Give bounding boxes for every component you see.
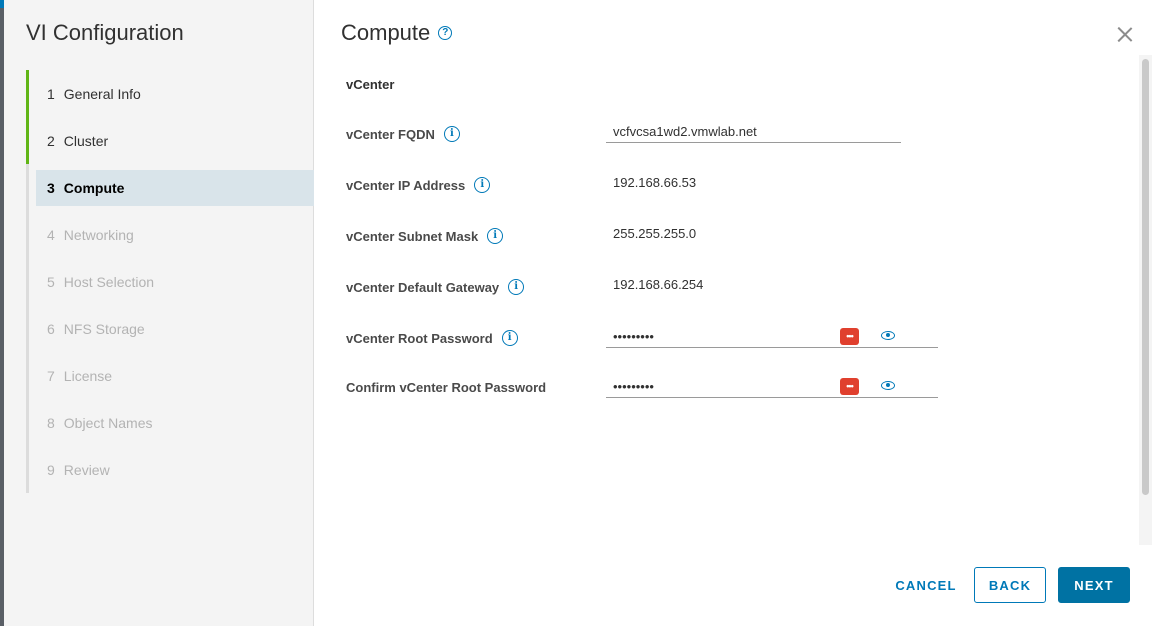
confirm-password-value: •••••••••: [613, 379, 654, 394]
info-icon[interactable]: i: [508, 279, 525, 295]
root-password-label: vCenter Root Password i: [346, 327, 518, 349]
subnet-label-text: vCenter Subnet Mask: [346, 228, 479, 244]
section-title: vCenter: [346, 77, 395, 92]
gateway-row: vCenter Default Gateway i 192.168.66.254: [346, 276, 1146, 298]
confirm-password-input[interactable]: ••••••••• •••: [606, 376, 938, 398]
password-manager-icon[interactable]: •••: [840, 328, 859, 345]
step-number: 1: [47, 85, 55, 102]
step-number: 8: [47, 414, 55, 431]
password-manager-icon[interactable]: •••: [840, 378, 859, 395]
info-icon[interactable]: i: [443, 126, 460, 142]
compute-panel: Compute ? vCenter vCenter FQDN i vcfvcsa…: [315, 0, 1152, 626]
wizard-steps: 1 General Info 2 Cluster 3 Compute 4 Net…: [26, 70, 314, 493]
fqdn-row: vCenter FQDN i vcfvcsa1wd2.vmwlab.net: [346, 123, 1146, 145]
step-compute-wrapper: 3 Compute: [26, 164, 314, 211]
info-icon[interactable]: i: [487, 228, 504, 244]
cancel-button[interactable]: CANCEL: [890, 567, 962, 603]
root-password-row: vCenter Root Password i ••••••••• •••: [346, 327, 1146, 349]
step-label: Cluster: [63, 132, 109, 149]
next-button[interactable]: NEXT: [1058, 567, 1130, 603]
ip-value: 192.168.66.53: [613, 175, 697, 190]
wizard-sidebar: VI Configuration 1 General Info 2 Cluste…: [4, 0, 314, 626]
close-icon[interactable]: [1115, 24, 1135, 44]
gateway-label: vCenter Default Gateway i: [346, 276, 525, 298]
subnet-label: vCenter Subnet Mask i: [346, 225, 504, 247]
step-label: NFS Storage: [63, 320, 145, 337]
fqdn-label-text: vCenter FQDN: [346, 126, 435, 142]
subnet-row: vCenter Subnet Mask i 255.255.255.0: [346, 225, 1146, 247]
confirm-password-label-text: Confirm vCenter Root Password: [346, 379, 547, 395]
step-license: 7 License: [26, 352, 314, 399]
help-icon[interactable]: ?: [438, 26, 453, 40]
fqdn-label: vCenter FQDN i: [346, 123, 460, 145]
info-icon[interactable]: i: [474, 177, 491, 193]
fqdn-input-value: vcfvcsa1wd2.vmwlab.net: [613, 124, 757, 139]
gateway-label-text: vCenter Default Gateway: [346, 279, 500, 295]
step-number: 9: [47, 461, 55, 478]
step-number: 6: [47, 320, 55, 337]
eye-icon[interactable]: [881, 381, 895, 390]
step-cluster[interactable]: 2 Cluster: [26, 117, 314, 164]
info-icon[interactable]: i: [501, 330, 518, 346]
root-password-label-text: vCenter Root Password: [346, 330, 493, 346]
vi-configuration-wizard: VI Configuration 1 General Info 2 Cluste…: [0, 0, 1152, 626]
ip-row: vCenter IP Address i 192.168.66.53: [346, 174, 1146, 196]
step-nfs-storage: 6 NFS Storage: [26, 305, 314, 352]
page-title-text: Compute: [341, 20, 431, 45]
step-label: License: [63, 367, 113, 384]
step-label: Networking: [63, 226, 134, 243]
step-label: Object Names: [63, 414, 153, 431]
scrollbar-thumb[interactable]: [1142, 59, 1149, 495]
eye-icon[interactable]: [881, 331, 895, 340]
subnet-value: 255.255.255.0: [613, 226, 697, 241]
step-label: Host Selection: [63, 273, 155, 290]
step-label: Review: [63, 461, 110, 478]
step-host-selection: 5 Host Selection: [26, 258, 314, 305]
step-number: 4: [47, 226, 55, 243]
step-general-info[interactable]: 1 General Info: [26, 70, 314, 117]
root-password-value: •••••••••: [613, 329, 654, 344]
step-number: 5: [47, 273, 55, 290]
step-number: 7: [47, 367, 55, 384]
step-label: Compute: [63, 179, 125, 196]
step-compute[interactable]: 3 Compute: [36, 169, 314, 206]
root-password-input[interactable]: ••••••••• •••: [606, 326, 938, 348]
scrollbar[interactable]: [1139, 55, 1152, 545]
step-review: 9 Review: [26, 446, 314, 493]
back-button[interactable]: BACK: [974, 567, 1046, 603]
step-number: 3: [47, 179, 55, 196]
step-networking: 4 Networking: [26, 211, 314, 258]
step-object-names: 8 Object Names: [26, 399, 314, 446]
ip-label-text: vCenter IP Address: [346, 177, 466, 193]
ip-label: vCenter IP Address i: [346, 174, 491, 196]
confirm-password-label: Confirm vCenter Root Password: [346, 376, 546, 398]
step-label: General Info: [63, 85, 141, 102]
gateway-value: 192.168.66.254: [613, 277, 704, 292]
page-title: Compute ?: [341, 20, 453, 46]
wizard-title: VI Configuration: [26, 20, 184, 45]
confirm-password-row: Confirm vCenter Root Password ••••••••• …: [346, 376, 1146, 398]
step-number: 2: [47, 132, 55, 149]
fqdn-input[interactable]: vcfvcsa1wd2.vmwlab.net: [606, 121, 901, 143]
